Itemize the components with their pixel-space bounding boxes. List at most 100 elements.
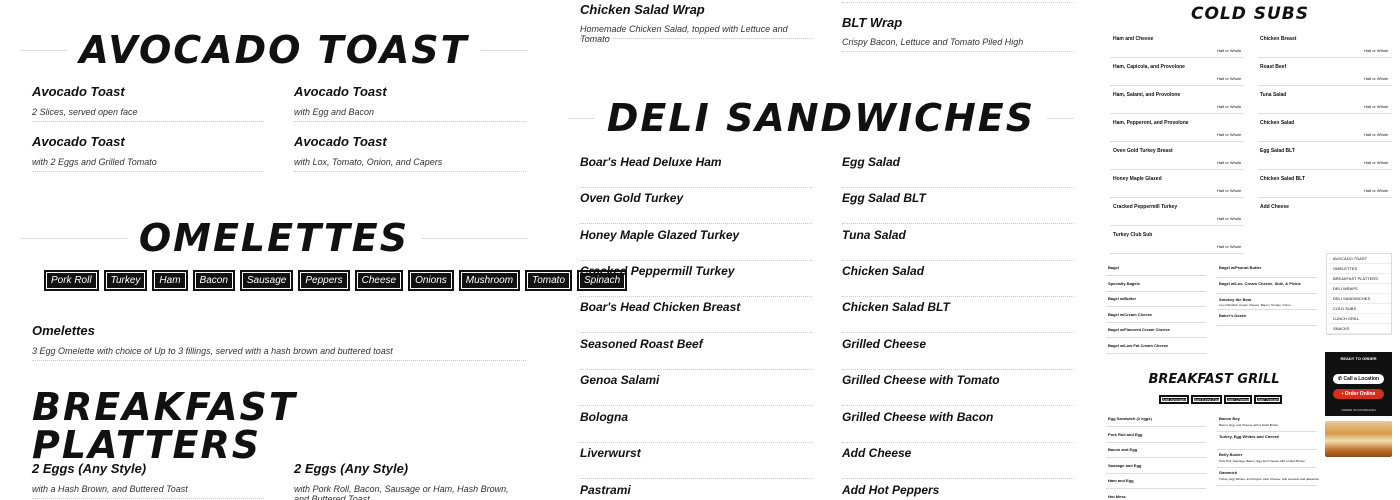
list-item: Baker's Dozen <box>1219 313 1247 318</box>
order-online-button[interactable]: ▪ Order Online <box>1333 389 1384 399</box>
half-whole-label: Half or Whole <box>1217 216 1242 221</box>
half-whole-label: Half or Whole <box>1364 48 1389 53</box>
list-item: Pastrami <box>580 483 631 497</box>
list-item: Egg Salad BLT <box>842 188 1074 224</box>
list-item: Bagel w/Cream Cheese <box>1108 311 1153 317</box>
nav-item-cold-subs[interactable]: COLD SUBS <box>1327 304 1391 314</box>
list-item: Genoa Salami <box>580 370 812 406</box>
list-item: Chicken Salad <box>842 261 1074 297</box>
grill-tags: Add Avocado Add Extra Egg Add Cheese Add… <box>1159 395 1282 404</box>
nav-item-snacks[interactable]: SNACKS <box>1327 324 1391 334</box>
list-item: Bagel w/Lox, Cream Cheese, Side, & Pickl… <box>1219 281 1301 286</box>
tag-cheese[interactable]: Cheese <box>354 270 404 291</box>
list-item: 2 Eggs (Any Style) with Pork Roll, Bacon,… <box>294 461 509 500</box>
nav-item-deli[interactable]: DELI SANDWICHES <box>1327 294 1391 304</box>
list-item: Omelettes 3 Egg Omelette with choice of U… <box>32 323 526 361</box>
item-desc: Bacon, Egg, and Cheese with a Hash Brown <box>1219 423 1279 427</box>
tag-turkey[interactable]: Turkey <box>103 270 148 291</box>
nav-item-omelettes[interactable]: OMELETTES <box>1327 264 1391 274</box>
tag-mushroom[interactable]: Mushroom <box>458 270 521 291</box>
tag-ham[interactable]: Ham <box>152 270 188 291</box>
divider <box>1110 57 1244 58</box>
divider <box>1110 197 1244 198</box>
list-item: Belly Buster <box>1219 452 1243 457</box>
list-item: Turkey, Egg Whites and Cheese <box>1219 434 1280 439</box>
divider <box>1258 169 1392 170</box>
list-item: Gammich <box>1219 470 1238 475</box>
nav-item-avocado[interactable]: AVOCADO TOAST <box>1327 254 1391 264</box>
divider <box>1106 472 1206 474</box>
list-item: Smokey the Bear <box>1219 297 1252 302</box>
divider <box>1106 321 1206 323</box>
list-item: Chicken Salad BLT <box>1260 176 1305 182</box>
list-item: Chicken Breast <box>1260 36 1297 42</box>
list-item: Liverwurst <box>580 443 812 479</box>
divider <box>1217 467 1317 468</box>
tag-add-extra-egg[interactable]: Add Extra Egg <box>1190 395 1223 404</box>
list-item: Avocado Toast 2 Slices, served open face <box>32 84 264 122</box>
nav-item-wraps[interactable]: DELI WRAPS <box>1327 284 1391 294</box>
item-desc: Turkey, Egg Whites, and Pepper Jack Chee… <box>1219 477 1319 481</box>
list-item: Boar's Head Deluxe Ham <box>580 152 812 188</box>
list-item: Ham, Salami, and Provolone <box>1113 92 1181 98</box>
list-item: Tuna Salad <box>1260 92 1287 98</box>
powered-by: ORDER ON DOORDASH <box>1341 408 1376 412</box>
section-nav: AVOCADO TOAST OMELETTES BREAKFAST PLATTE… <box>1326 253 1392 335</box>
list-item: Roast Beef <box>1260 64 1287 70</box>
list-item: Sausage and Egg <box>1108 462 1142 468</box>
list-item: Chicken Salad <box>1260 120 1295 126</box>
half-whole-label: Half or Whole <box>1217 188 1242 193</box>
divider <box>1110 85 1244 86</box>
divider <box>1106 488 1206 489</box>
list-item: Bacon Boy <box>1219 416 1240 421</box>
call-location-button[interactable]: ✆ Call a Location <box>1333 374 1384 384</box>
divider <box>1258 141 1392 142</box>
tag-add-avocado[interactable]: Add Avocado <box>1159 395 1189 404</box>
list-item: Avocado Toast with Egg and Bacon <box>294 84 526 122</box>
half-whole-label: Half or Whole <box>1217 76 1242 81</box>
tag-tomato[interactable]: Tomato <box>525 270 573 291</box>
list-item: Tuna Salad <box>842 225 1074 261</box>
half-whole-label: Half or Whole <box>1217 160 1242 165</box>
divider <box>1110 141 1244 142</box>
nav-item-lunch-grill[interactable]: LUNCH GRILL <box>1327 314 1391 324</box>
list-item: Ham, Capicola, and Provolone <box>1113 64 1185 70</box>
tag-peppers[interactable]: Peppers <box>298 270 350 291</box>
divider <box>1217 431 1317 432</box>
divider <box>1110 169 1244 170</box>
tag-onions[interactable]: Onions <box>408 270 454 291</box>
list-item: Bacon and Egg <box>1108 447 1138 452</box>
divider <box>1258 113 1392 114</box>
list-item: BLT Wrap Crispy Bacon, Lettuce and Tomato… <box>842 15 1074 52</box>
list-item: Egg Salad <box>842 152 1074 188</box>
list-item: Oven Gold Turkey <box>580 188 812 224</box>
divider <box>1106 457 1206 458</box>
list-item: Hot Mess <box>1108 493 1126 499</box>
list-item: Honey Maple Glazed Turkey <box>580 225 812 261</box>
list-item: Ham, Pepperoni, and Provolone <box>1113 120 1189 126</box>
list-item: Bagel w/Peanut Butter <box>1219 265 1262 270</box>
list-item: Avocado Toast with Lox, Tomato, Onion, an… <box>294 134 526 172</box>
section-heading-omelettes: OMELETTES <box>20 208 528 268</box>
divider <box>1217 293 1317 294</box>
list-item: Boar's Head Chicken Breast <box>580 297 812 333</box>
list-item: Honey Maple Glazed <box>1113 176 1162 182</box>
tag-add-tomato[interactable]: Add Tomato <box>1254 395 1282 404</box>
list-item: Ham and Cheese <box>1113 36 1154 42</box>
divider <box>1217 277 1317 278</box>
list-item: Grilled Cheese with Bacon <box>842 407 1074 443</box>
half-whole-label: Half or Whole <box>1364 132 1389 137</box>
list-item: Add Cheese <box>842 443 1074 479</box>
list-item: Egg Salad BLT <box>1260 148 1295 154</box>
list-item: Bagel w/Low Fat Cream Cheese <box>1108 342 1169 348</box>
half-whole-label: Half or Whole <box>1217 104 1242 109</box>
nav-item-platters[interactable]: BREAKFAST PLATTERS <box>1327 274 1391 284</box>
list-item: Avocado Toast with 2 Eggs and Grilled Tom… <box>32 134 264 172</box>
tag-sausage[interactable]: Sausage <box>239 270 294 291</box>
tag-pork-roll[interactable]: Pork Roll <box>44 270 99 291</box>
list-item: Grilled Cheese with Tomato <box>842 370 1074 406</box>
tag-add-cheese[interactable]: Add Cheese <box>1224 395 1253 404</box>
sandwich-image <box>1325 421 1392 457</box>
list-item: Specialty Bagels <box>1108 280 1140 286</box>
tag-bacon[interactable]: Bacon <box>192 270 235 291</box>
